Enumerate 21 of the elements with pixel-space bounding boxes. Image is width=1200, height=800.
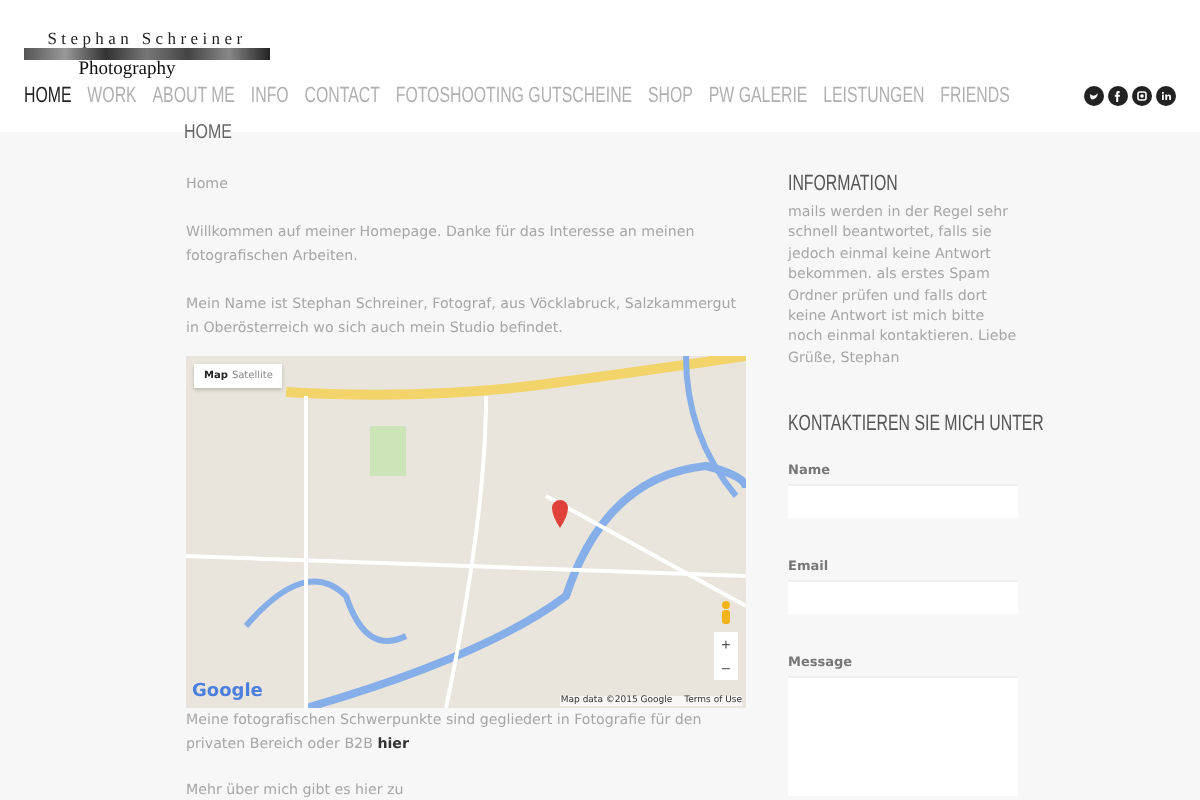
logo-tagline: Photography [78, 60, 176, 80]
submenu-link[interactable]: HOME [184, 122, 232, 144]
sidebar-heading: INFORMATION [788, 172, 898, 198]
nav-link[interactable]: SHOP [648, 84, 693, 108]
facebook-icon[interactable] [1108, 86, 1128, 106]
nav-link[interactable]: WORK [87, 84, 137, 108]
nav-link[interactable]: INFO [250, 84, 289, 108]
linkedin-icon[interactable] [1156, 86, 1176, 106]
sidebar-heading: KONTAKTIEREN SIE MICH UNTER [788, 412, 1044, 439]
nav-link[interactable]: ABOUT ME [152, 84, 235, 108]
camera-icon[interactable] [1132, 86, 1152, 106]
logo-name: Stephan Schreiner [47, 28, 247, 48]
nav-link[interactable]: FRIENDS [940, 84, 1010, 108]
nav-link[interactable]: HOME [24, 84, 72, 108]
site-logo[interactable]: Stephan Schreiner Photography [24, 28, 270, 80]
nav-link[interactable]: PW GALERIE [708, 84, 808, 108]
nav-link[interactable]: LEISTUNGEN [823, 84, 925, 108]
map-logo: Google [192, 682, 263, 702]
bird-icon[interactable] [1084, 86, 1104, 106]
nav-link[interactable]: FOTOSHOOTING GUTSCHEINE [395, 84, 633, 108]
nav-link[interactable]: CONTACT [304, 84, 380, 108]
